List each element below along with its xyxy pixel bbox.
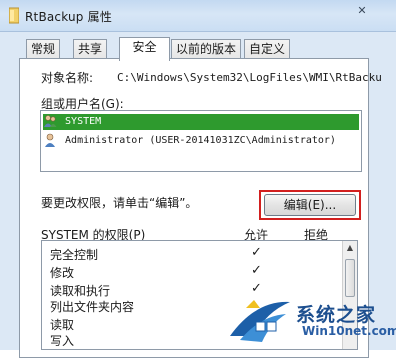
users-group-icon	[44, 115, 57, 127]
allow-check-icon: ✓	[251, 281, 262, 296]
change-permissions-hint: 要更改权限，请单击“编辑”。	[41, 196, 198, 210]
tab-previous-versions[interactable]: 以前的版本	[171, 39, 242, 59]
edit-button[interactable]: 编辑(E)...	[264, 194, 356, 216]
scroll-thumb[interactable]	[345, 259, 355, 297]
user-icon	[45, 133, 55, 147]
folder-icon	[9, 7, 19, 24]
close-icon[interactable]: ✕	[352, 4, 372, 18]
user-name: Administrator (USER-20141031ZC\Administr…	[65, 135, 336, 146]
permission-read-execute: 读取和执行	[50, 284, 111, 298]
permission-list-folder: 列出文件夹内容	[50, 300, 135, 314]
user-item-administrator[interactable]: Administrator (USER-20141031ZC\Administr…	[43, 133, 359, 149]
permission-read: 读取	[50, 318, 75, 332]
object-name-label: 对象名称:	[41, 71, 94, 85]
permission-modify: 修改	[50, 266, 75, 280]
tab-security[interactable]: 安全	[119, 37, 170, 61]
title-bar[interactable]: RtBackup 属性 ✕	[0, 0, 396, 32]
allow-check-icon: ✓	[251, 245, 262, 260]
tab-general[interactable]: 常规	[26, 39, 61, 59]
properties-window: RtBackup 属性 ✕ 常规 共享 安全 以前的版本 自定义 对象名称: C…	[0, 0, 396, 358]
allow-check-icon: ✓	[251, 263, 262, 278]
permissions-scrollbar[interactable]: ▲	[342, 241, 357, 349]
scroll-up-arrow-icon[interactable]: ▲	[343, 241, 357, 255]
tab-sharing[interactable]: 共享	[73, 39, 108, 59]
object-name-value: C:\Windows\System32\LogFiles\WMI\RtBacku	[117, 71, 382, 84]
users-listbox[interactable]: SYSTEM Administrator (USER-20141031ZC\Ad…	[40, 110, 362, 172]
permissions-list[interactable]: 完全控制 ✓ 修改 ✓ 读取和执行 ✓ 列出文件夹内容 读取 写入 ▲	[41, 240, 358, 350]
user-item-system[interactable]: SYSTEM	[43, 114, 359, 130]
permission-write: 写入	[50, 334, 75, 348]
window-title: RtBackup 属性	[25, 10, 113, 24]
tab-customize[interactable]: 自定义	[244, 39, 291, 59]
user-name: SYSTEM	[65, 116, 102, 127]
permission-full-control: 完全控制	[50, 248, 99, 262]
